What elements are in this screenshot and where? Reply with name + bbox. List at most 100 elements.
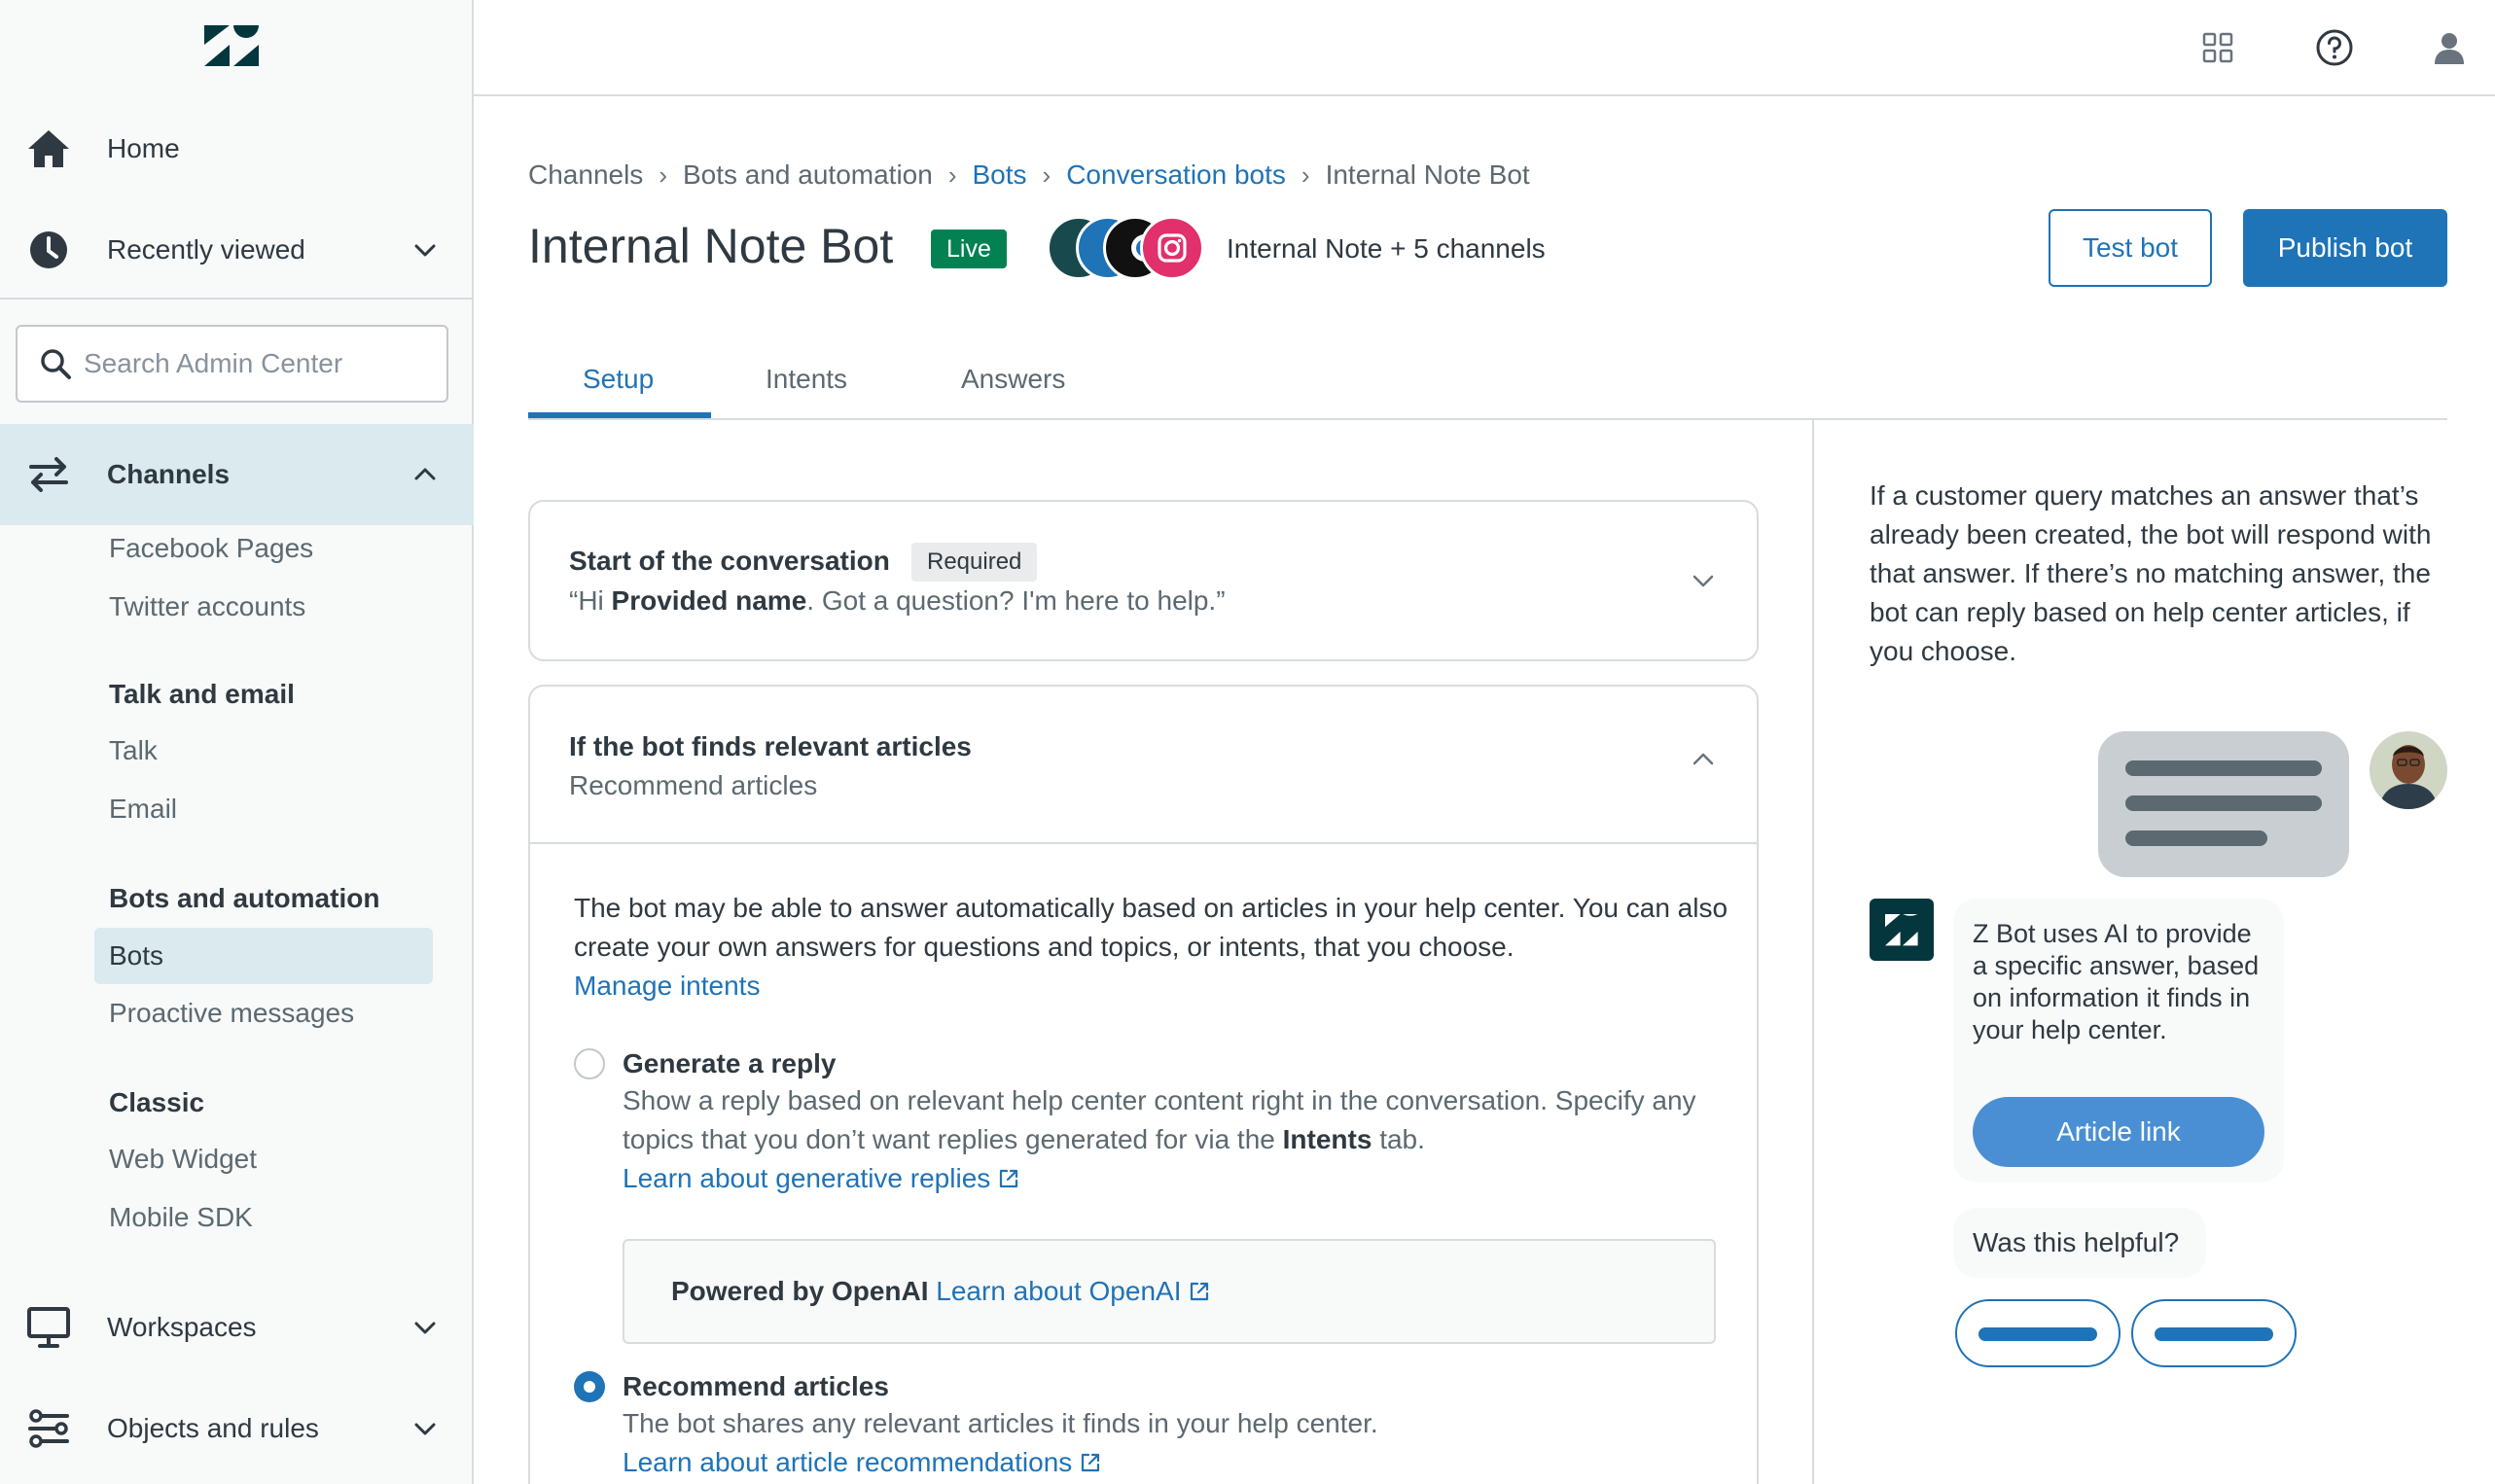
zendesk-bot-avatar-icon [1870,899,1934,961]
breadcrumb-bots-and-automation[interactable]: Bots and automation [683,159,933,191]
nav-recently-viewed[interactable]: Recently viewed [0,206,474,294]
sidebar-item-email[interactable]: Email [109,794,177,825]
breadcrumb-conversation-bots[interactable]: Conversation bots [1066,159,1286,191]
top-bar [474,0,2495,96]
help-icon[interactable] [2312,25,2357,70]
search-admin-center[interactable] [16,325,448,403]
card-divider [530,842,1757,844]
status-badge: Live [931,230,1007,268]
panel-divider [1812,420,1814,1484]
recommend-articles-description: The bot shares any relevant articles it … [623,1404,1731,1482]
card-title: If the bot finds relevant articles [569,731,972,762]
quick-reply-button[interactable] [2131,1299,2297,1367]
user-profile-icon[interactable] [2427,25,2472,70]
sidebar-heading-bots-automation: Bots and automation [109,883,379,914]
channel-avatars[interactable] [1047,216,1204,282]
breadcrumb-channels[interactable]: Channels [528,159,643,191]
breadcrumb-chevron-icon: › [948,160,957,191]
channels-arrows-icon [25,451,72,498]
tab-bar: Setup Intents Answers [528,350,2447,420]
nav-objects-and-rules-label: Objects and rules [107,1413,319,1444]
monitor-icon [25,1304,72,1351]
user-avatar [2370,731,2447,809]
helpful-question-bubble: Was this helpful? [1953,1208,2206,1278]
openai-link[interactable]: Learn about OpenAI [936,1276,1210,1306]
sidebar-divider [0,298,474,300]
sidebar-item-web-widget[interactable]: Web Widget [109,1144,257,1175]
nav-recently-viewed-label: Recently viewed [107,234,305,265]
generate-reply-radio[interactable] [574,1048,605,1079]
start-of-conversation-card[interactable]: Start of the conversation Required “Hi P… [528,500,1759,661]
sidebar-item-twitter-accounts[interactable]: Twitter accounts [109,591,305,622]
bot-message-text: Z Bot uses AI to provide a specific answ… [1973,918,2264,1046]
external-link-icon [1189,1281,1210,1302]
generative-replies-link[interactable]: Learn about generative replies [623,1163,1019,1193]
page-title: Internal Note Bot [528,218,893,274]
sidebar-heading-classic: Classic [109,1087,204,1118]
external-link-icon [998,1168,1019,1189]
sidebar-heading-talk-email: Talk and email [109,679,295,710]
sidebar-item-facebook-pages[interactable]: Facebook Pages [109,533,313,564]
sidebar: Home Recently viewed Channels Facebook P… [0,0,474,1484]
breadcrumb-current: Internal Note Bot [1326,159,1530,191]
user-message-placeholder [2098,731,2349,877]
generate-reply-label[interactable]: Generate a reply [623,1048,836,1079]
instagram-icon [1140,216,1204,280]
nav-channels[interactable]: Channels [0,424,474,525]
chevron-down-icon[interactable] [1689,566,1718,595]
sidebar-item-bots[interactable]: Bots [94,928,433,984]
external-link-icon [1080,1452,1101,1473]
chevron-down-icon [410,235,440,265]
chevron-up-icon[interactable] [1689,745,1718,774]
helpful-question-text: Was this helpful? [1973,1227,2179,1258]
nav-channels-label: Channels [107,459,230,490]
powered-by-openai: Powered by OpenAI [671,1276,929,1306]
recommend-articles-radio[interactable] [574,1371,605,1402]
breadcrumb-bots[interactable]: Bots [973,159,1027,191]
sidebar-item-bots-label: Bots [109,940,163,972]
products-grid-icon[interactable] [2195,25,2240,70]
tab-answers[interactable]: Answers [961,364,1065,420]
articles-description: The bot may be able to answer automatica… [574,889,1731,1006]
zendesk-logo-icon[interactable] [204,25,259,66]
breadcrumb-chevron-icon: › [1043,160,1051,191]
sidebar-item-mobile-sdk[interactable]: Mobile SDK [109,1202,253,1233]
tab-intents[interactable]: Intents [766,364,847,420]
nav-home-label: Home [107,133,180,164]
relevant-articles-card: If the bot finds relevant articles Recom… [528,685,1759,1484]
clock-icon [25,227,72,273]
breadcrumb-chevron-icon: › [659,160,667,191]
required-badge: Required [911,543,1037,582]
preview-description: If a customer query matches an answer th… [1870,477,2453,671]
test-bot-button[interactable]: Test bot [2049,209,2212,287]
generate-reply-description: Show a reply based on relevant help cent… [623,1081,1731,1198]
recommend-articles-label[interactable]: Recommend articles [623,1371,889,1402]
openai-notice: Powered by OpenAI Learn about OpenAI [623,1239,1716,1344]
nav-objects-and-rules[interactable]: Objects and rules [0,1385,474,1472]
quick-reply-button[interactable] [1955,1299,2121,1367]
bot-message-bubble: Z Bot uses AI to provide a specific answ… [1953,899,2284,1183]
nav-workspaces-label: Workspaces [107,1312,257,1343]
article-recommendations-link[interactable]: Learn about article recommendations [623,1447,1101,1477]
nav-home[interactable]: Home [0,105,474,193]
chevron-up-icon [410,460,440,489]
sidebar-item-proactive-messages[interactable]: Proactive messages [109,998,354,1029]
search-input[interactable] [84,348,434,379]
breadcrumb-chevron-icon: › [1301,160,1310,191]
channels-summary[interactable]: Internal Note + 5 channels [1227,233,1546,265]
manage-intents-link[interactable]: Manage intents [574,971,760,1001]
home-icon [25,125,72,172]
publish-bot-button[interactable]: Publish bot [2243,209,2447,287]
chevron-down-icon [410,1313,440,1342]
breadcrumb: Channels › Bots and automation › Bots › … [528,159,1530,192]
nav-workspaces[interactable]: Workspaces [0,1284,474,1371]
greeting-preview: “Hi Provided name. Got a question? I'm h… [569,585,1226,617]
card-subtitle: Recommend articles [569,770,817,801]
article-link-button[interactable]: Article link [1973,1097,2264,1167]
chevron-down-icon [410,1414,440,1443]
search-icon [39,347,72,380]
objects-rules-icon [25,1405,72,1452]
card-title: Start of the conversation [569,546,890,577]
active-tab-indicator [528,412,711,418]
sidebar-item-talk[interactable]: Talk [109,735,158,766]
